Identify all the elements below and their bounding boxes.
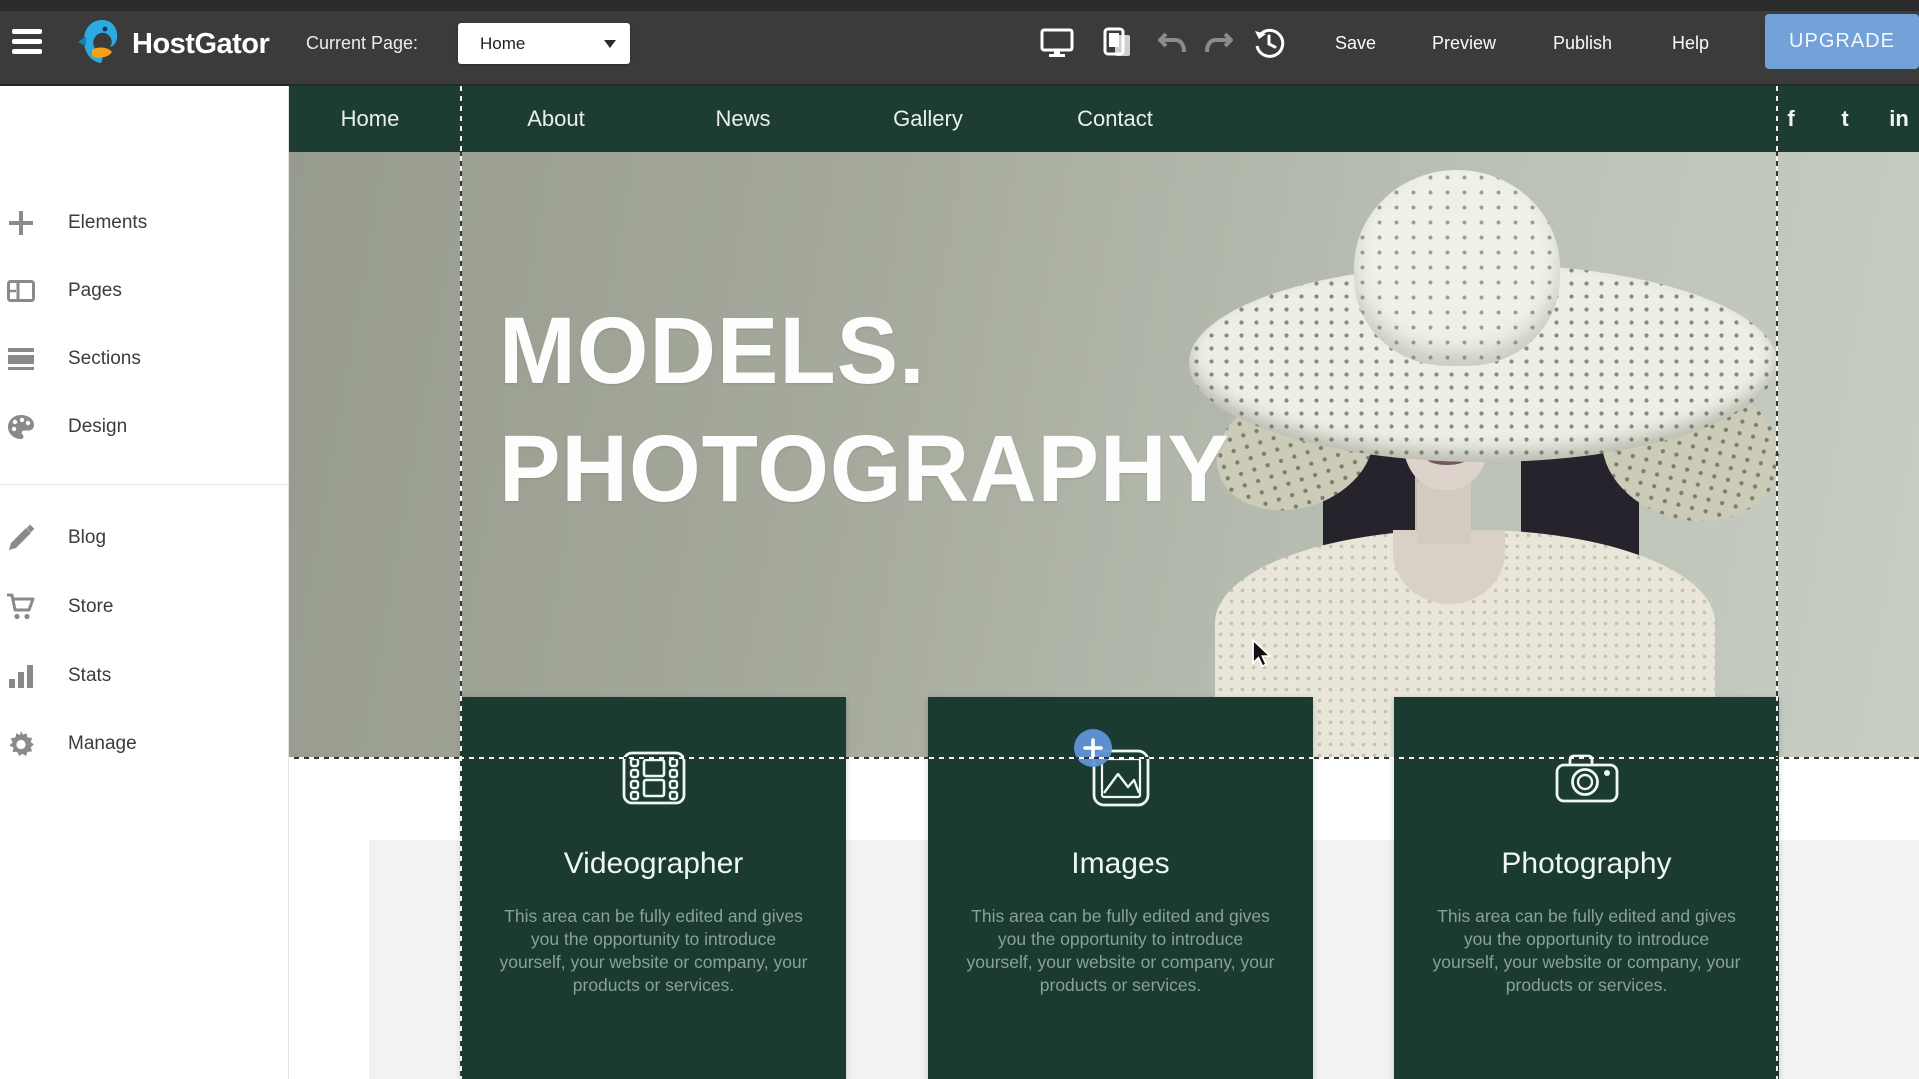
facebook-icon[interactable]: f <box>1771 86 1811 152</box>
sidebar-item-sections[interactable]: Sections <box>0 337 289 381</box>
film-icon <box>619 743 689 813</box>
site-navbar: Home About News Gallery Contact f t in <box>289 86 1919 152</box>
publish-button[interactable]: Publish <box>1553 0 1612 86</box>
sidebar-divider <box>0 484 289 485</box>
redo-icon[interactable] <box>1197 0 1241 86</box>
image-add-icon <box>1086 743 1156 813</box>
hero-title[interactable]: MODELS. PHOTOGRAPHY <box>499 292 1230 528</box>
site-nav-gallery[interactable]: Gallery <box>858 86 998 152</box>
help-button[interactable]: Help <box>1672 0 1709 86</box>
gear-icon <box>6 729 36 759</box>
hamburger-menu-icon[interactable] <box>12 29 42 57</box>
cart-icon <box>6 592 36 622</box>
card-title[interactable]: Images <box>1071 847 1169 881</box>
hero-title-line2: PHOTOGRAPHY <box>499 410 1230 528</box>
save-button[interactable]: Save <box>1335 0 1376 86</box>
site-nav-news[interactable]: News <box>673 86 813 152</box>
history-icon[interactable] <box>1247 0 1291 86</box>
card-videographer[interactable]: Videographer This area can be fully edit… <box>461 697 846 1079</box>
desktop-preview-icon[interactable] <box>1035 0 1079 86</box>
card-images[interactable]: Images This area can be fully edited and… <box>928 697 1313 1079</box>
logo-text: HostGator <box>132 28 269 61</box>
sidebar-item-pages[interactable]: Pages <box>0 269 289 313</box>
hostgator-logo: HostGator <box>74 16 269 73</box>
current-page-value: Home <box>480 34 604 54</box>
top-toolbar: HostGator Current Page: Home Save Previe… <box>0 0 1919 86</box>
add-image-plus-badge[interactable] <box>1074 729 1112 767</box>
hostgator-gator-icon <box>74 16 126 73</box>
sidebar-item-label: Store <box>68 596 113 618</box>
preview-button[interactable]: Preview <box>1432 0 1496 86</box>
hero-section[interactable]: MODELS. PHOTOGRAPHY <box>289 152 1919 758</box>
sidebar-item-label: Design <box>68 416 127 438</box>
sun-hat-crown <box>1354 170 1560 366</box>
sidebar-item-label: Manage <box>68 733 137 755</box>
mobile-preview-icon[interactable] <box>1095 0 1139 86</box>
card-title[interactable]: Videographer <box>564 847 744 881</box>
current-page-label: Current Page: <box>306 0 418 86</box>
card-body-text[interactable]: This area can be fully edited and gives … <box>498 905 810 997</box>
sections-icon <box>6 344 36 374</box>
hostgator-website-builder: HostGator Current Page: Home Save Previe… <box>0 0 1919 1079</box>
card-body-text[interactable]: This area can be fully edited and gives … <box>1431 905 1743 997</box>
card-photography[interactable]: Photography This area can be fully edite… <box>1394 697 1779 1079</box>
builder-sidebar: Elements Pages Sections Design Blo <box>0 86 289 1079</box>
current-page-dropdown[interactable]: Home <box>458 23 630 64</box>
sidebar-item-elements[interactable]: Elements <box>0 201 289 245</box>
editor-canvas: Home About News Gallery Contact f t in <box>289 86 1919 1079</box>
pencil-icon <box>6 523 36 553</box>
card-body-text[interactable]: This area can be fully edited and gives … <box>965 905 1277 997</box>
pages-icon <box>6 276 36 306</box>
sidebar-item-blog[interactable]: Blog <box>0 516 289 560</box>
sidebar-item-label: Pages <box>68 280 122 302</box>
upgrade-button[interactable]: UPGRADE <box>1765 14 1919 69</box>
plus-icon <box>6 208 36 238</box>
site-nav-home[interactable]: Home <box>300 86 440 152</box>
sidebar-item-design[interactable]: Design <box>0 405 289 449</box>
twitter-icon[interactable]: t <box>1825 86 1865 152</box>
sidebar-item-label: Elements <box>68 212 147 234</box>
sidebar-item-label: Sections <box>68 348 141 370</box>
undo-icon[interactable] <box>1150 0 1194 86</box>
site-nav-contact[interactable]: Contact <box>1045 86 1185 152</box>
camera-icon <box>1552 743 1622 813</box>
card-title[interactable]: Photography <box>1501 847 1671 881</box>
site-nav-about[interactable]: About <box>486 86 626 152</box>
hero-photo-model <box>1149 152 1919 758</box>
sidebar-item-store[interactable]: Store <box>0 585 289 629</box>
sidebar-item-label: Stats <box>68 665 111 687</box>
chevron-down-icon <box>604 40 616 48</box>
sidebar-item-stats[interactable]: Stats <box>0 654 289 698</box>
hero-title-line1: MODELS. <box>499 292 1230 410</box>
linkedin-icon[interactable]: in <box>1879 86 1919 152</box>
model-neck <box>1417 482 1471 544</box>
sidebar-item-label: Blog <box>68 527 106 549</box>
bar-chart-icon <box>6 661 36 691</box>
sidebar-item-manage[interactable]: Manage <box>0 722 289 766</box>
palette-icon <box>6 412 36 442</box>
